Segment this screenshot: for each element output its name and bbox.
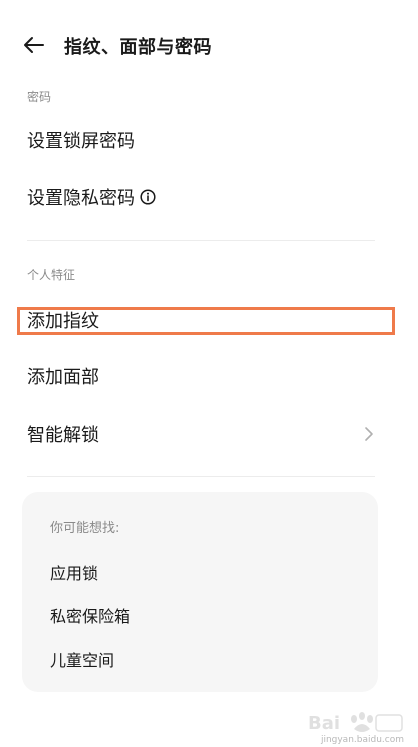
suggestion-app-lock[interactable]: 应用锁: [50, 560, 98, 584]
set-lock-screen-password-label: 设置锁屏密码: [27, 131, 135, 152]
svg-text:Bai: Bai: [308, 713, 340, 734]
section-divider: [27, 240, 375, 241]
suggestion-kids-space[interactable]: 儿童空间: [50, 647, 114, 671]
set-lock-screen-password-item[interactable]: 设置锁屏密码: [0, 114, 418, 166]
info-circle-icon[interactable]: [139, 188, 157, 206]
header: 指纹、面部与密码: [0, 0, 418, 90]
section-title-personal: 个人特征: [27, 268, 76, 282]
smart-unlock-label: 智能解锁: [27, 425, 99, 446]
set-privacy-password-label: 设置隐私密码: [27, 188, 135, 209]
add-face-item[interactable]: 添加面部: [0, 350, 418, 402]
section-divider: [27, 476, 375, 477]
suggestions-card: 你可能想找: 应用锁 私密保险箱 儿童空间: [22, 492, 378, 692]
add-fingerprint-label: 添加指纹: [27, 311, 99, 332]
back-button[interactable]: [18, 30, 50, 60]
arrow-left-icon: [24, 37, 44, 53]
section-title-password: 密码: [27, 90, 52, 104]
chevron-right-icon: [362, 425, 376, 443]
page-title: 指纹、面部与密码: [64, 37, 212, 58]
suggestions-title: 你可能想找:: [50, 521, 120, 536]
set-privacy-password-item[interactable]: 设置隐私密码: [0, 171, 418, 223]
smart-unlock-item[interactable]: 智能解锁: [0, 408, 418, 460]
suggestion-private-vault[interactable]: 私密保险箱: [50, 603, 130, 627]
add-fingerprint-item[interactable]: 添加指纹: [0, 294, 418, 346]
watermark-site: jingyan.baidu.com: [320, 735, 404, 745]
add-face-label: 添加面部: [27, 367, 99, 388]
